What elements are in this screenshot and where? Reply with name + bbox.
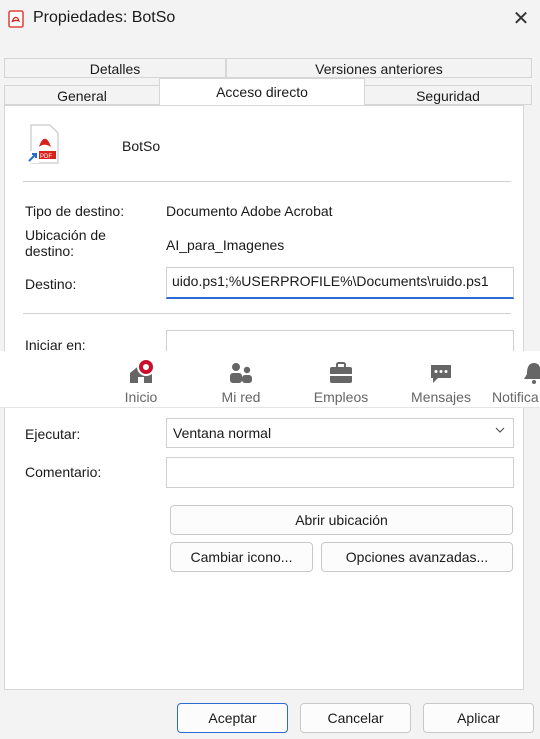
aceptar-button[interactable]: Aceptar — [177, 703, 288, 733]
cambiar-icono-button[interactable]: Cambiar icono... — [170, 542, 313, 572]
close-icon: ✕ — [512, 8, 530, 30]
nav-item-mensajes[interactable]: Mensajes — [396, 355, 486, 407]
chevron-down-icon — [495, 427, 505, 433]
pdf-file-icon — [8, 10, 24, 28]
tab-detalles[interactable]: Detalles — [4, 58, 226, 78]
nav-item-inicio[interactable]: Inicio — [96, 355, 186, 407]
aplicar-button[interactable]: Aplicar — [423, 703, 534, 733]
nav-item-mi-red[interactable]: Mi red — [196, 355, 286, 407]
destino-label: Destino: — [25, 276, 77, 292]
divider — [23, 313, 511, 314]
network-icon — [230, 363, 252, 383]
window-title: Propiedades: BotSo — [33, 9, 176, 26]
tab-acceso-directo[interactable]: Acceso directo — [159, 78, 365, 106]
tab-general[interactable]: General — [4, 85, 160, 105]
pdf-shortcut-icon: PDF — [27, 124, 59, 164]
divider — [23, 181, 511, 182]
overlay-nav-bar: Inicio Mi red Empleos Mensajes Notifica — [0, 351, 540, 407]
ubicacion-destino-value: AI_para_Imagenes — [166, 237, 285, 253]
comentario-label: Comentario: — [25, 464, 102, 480]
tipo-destino-label: Tipo de destino: — [25, 203, 125, 219]
tipo-destino-value: Documento Adobe Acrobat — [166, 203, 333, 219]
briefcase-icon — [330, 362, 352, 383]
ubicacion-destino-label: Ubicación de destino: — [25, 227, 106, 259]
destino-input[interactable]: uido.ps1;%USERPROFILE%\Documents\ruido.p… — [166, 267, 514, 299]
nav-item-notificaciones[interactable]: Notifica — [486, 355, 540, 407]
ejecutar-label: Ejecutar: — [25, 426, 81, 442]
notification-badge — [137, 358, 155, 376]
ejecutar-select[interactable]: Ventana normal — [166, 418, 514, 448]
title-bar: Propiedades: BotSo ✕ — [0, 0, 540, 38]
close-button[interactable]: ✕ — [508, 6, 534, 32]
comentario-input[interactable] — [166, 457, 514, 488]
abrir-ubicacion-button[interactable]: Abrir ubicación — [170, 505, 513, 535]
svg-text:PDF: PDF — [40, 154, 52, 160]
cancelar-button[interactable]: Cancelar — [300, 703, 411, 733]
tab-versiones-anteriores[interactable]: Versiones anteriores — [226, 58, 532, 78]
file-name: BotSo — [122, 138, 161, 154]
bell-icon — [524, 363, 540, 384]
tab-seguridad[interactable]: Seguridad — [364, 85, 532, 105]
nav-item-empleos[interactable]: Empleos — [296, 355, 386, 407]
opciones-avanzadas-button[interactable]: Opciones avanzadas... — [321, 542, 513, 572]
messages-icon — [431, 365, 451, 383]
